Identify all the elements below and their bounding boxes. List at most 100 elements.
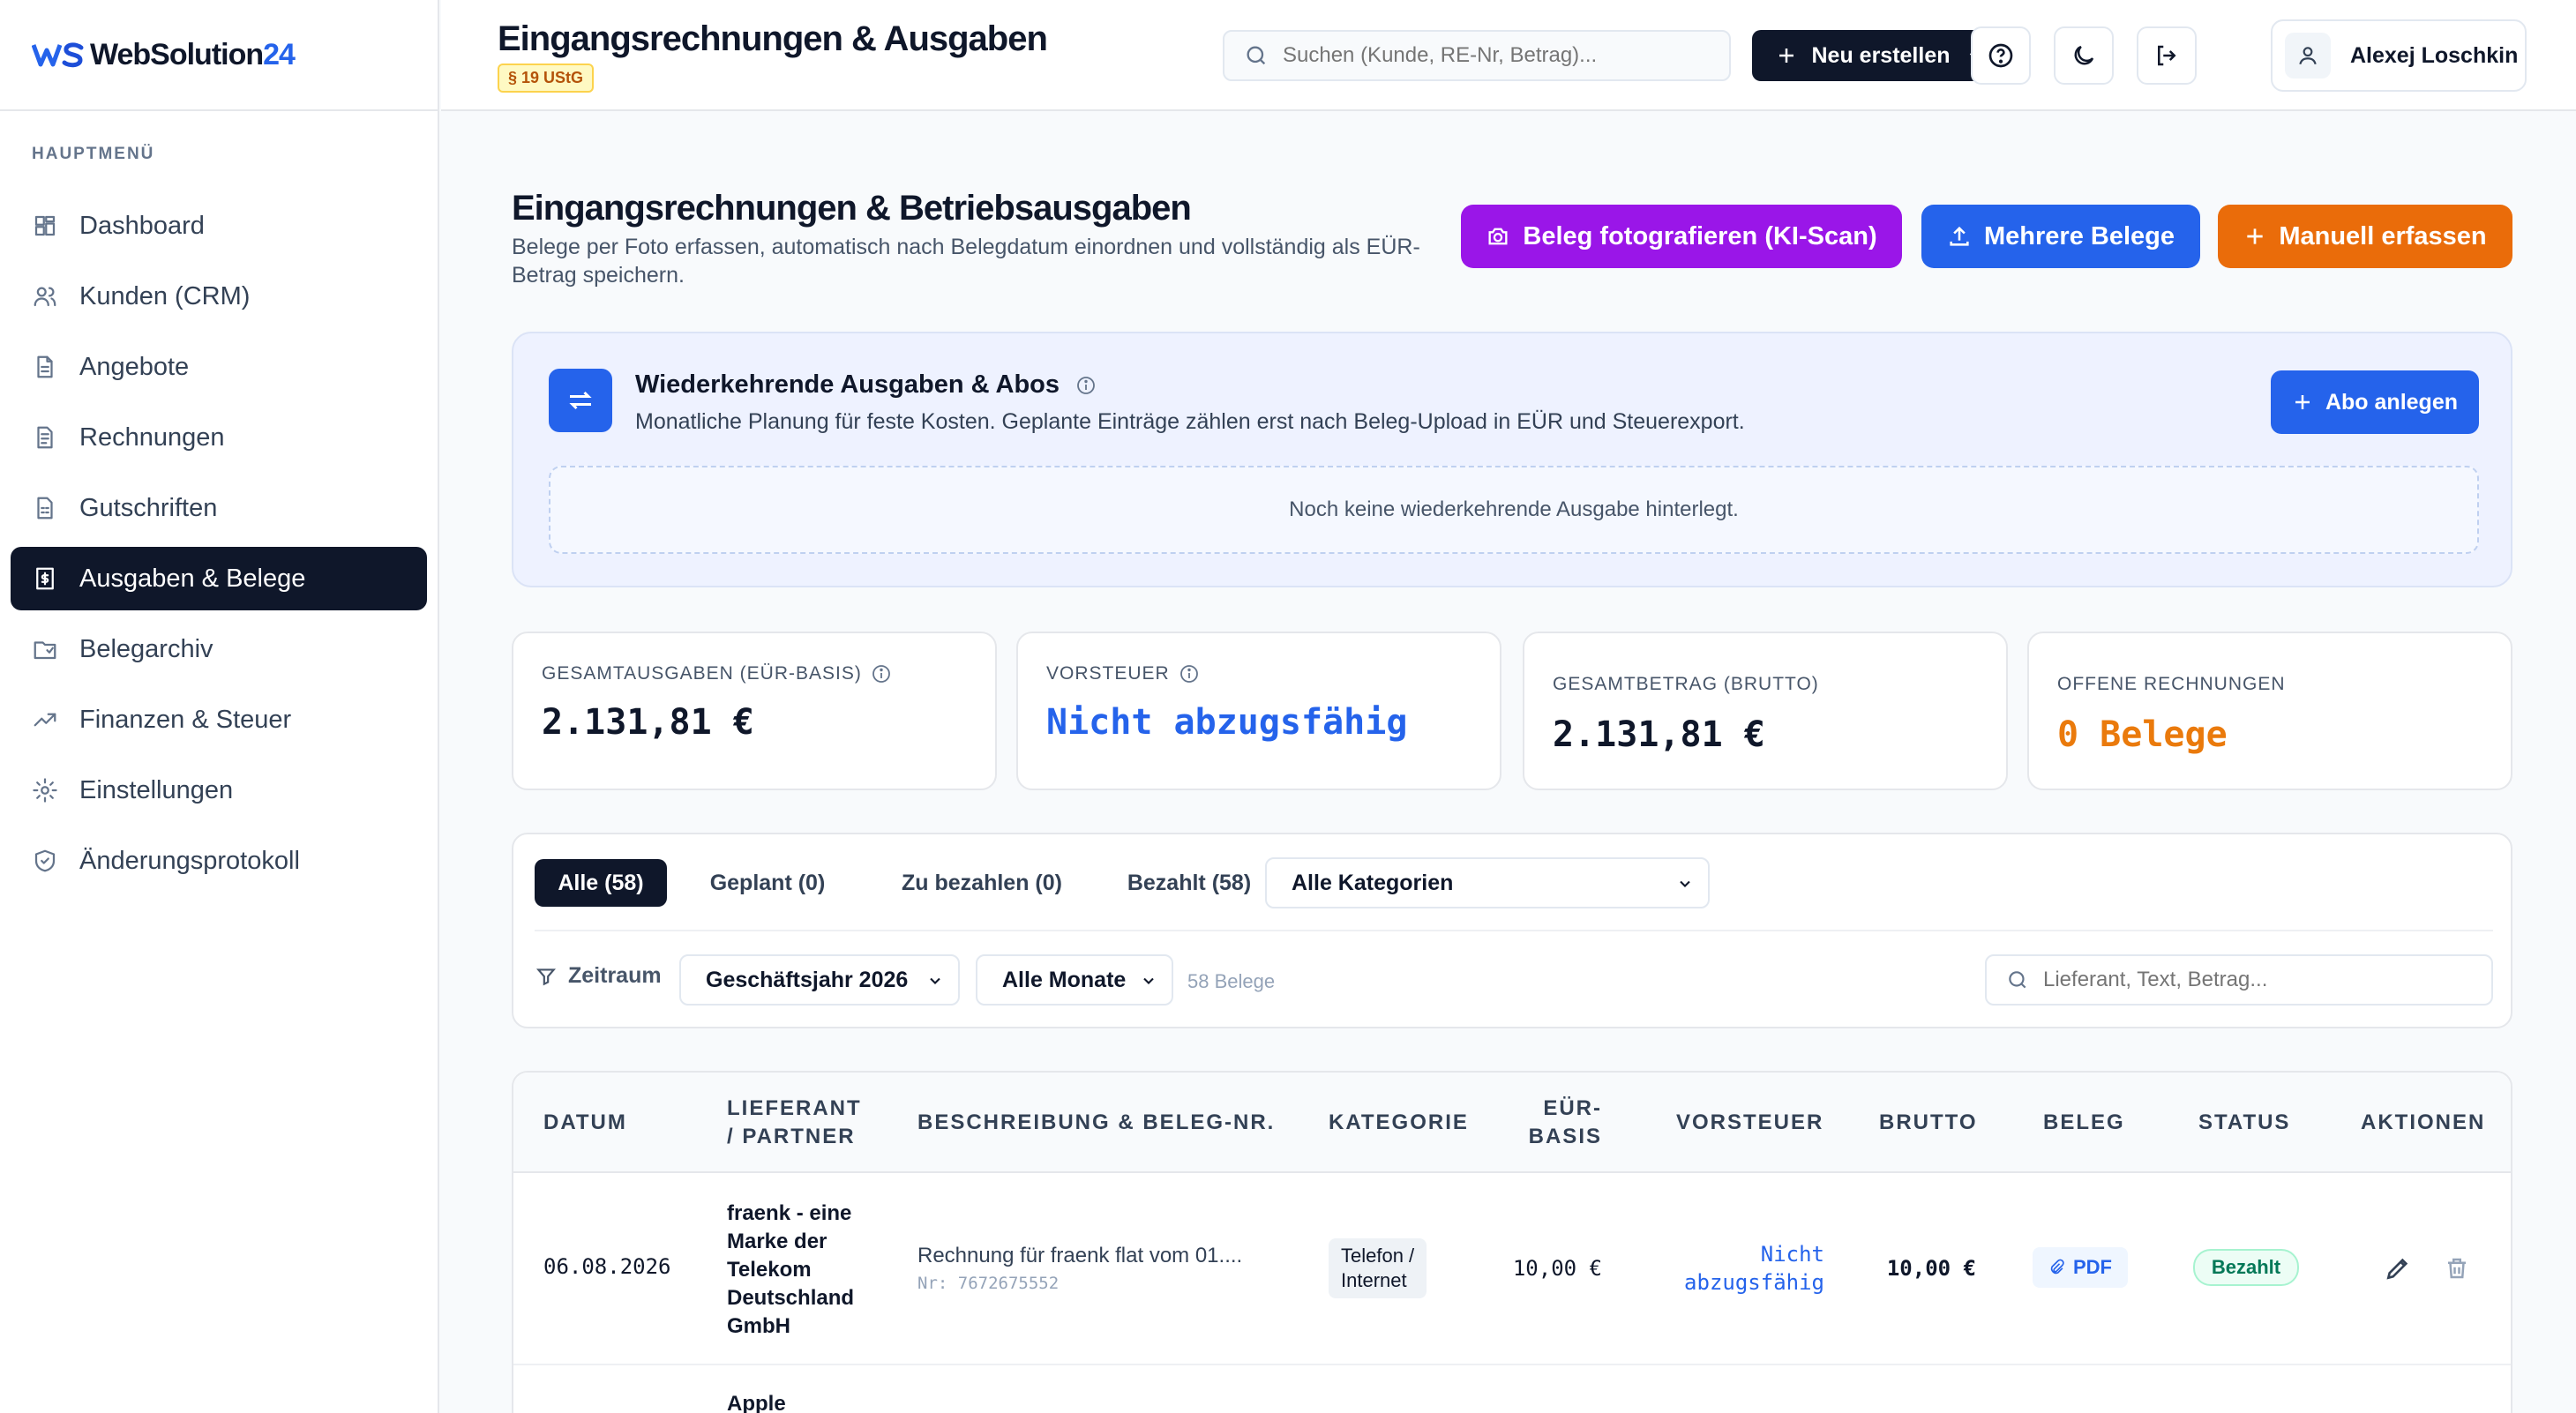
help-button[interactable] xyxy=(1971,26,2031,85)
logo-text: WebSolution24 xyxy=(90,37,296,71)
fiscal-year-select[interactable]: Geschäftsjahr 2026 xyxy=(679,954,960,1006)
info-icon[interactable] xyxy=(1179,663,1200,684)
info-icon[interactable] xyxy=(1075,375,1097,396)
col-status[interactable]: STATUS xyxy=(2198,1073,2290,1173)
sidebar-item-rechnungen[interactable]: Rechnungen xyxy=(11,406,427,469)
sidebar-item-label: Finanzen & Steuer xyxy=(79,705,292,734)
tab-paid[interactable]: Bezahlt (58) xyxy=(1101,859,1277,907)
sidebar-item-belegarchiv[interactable]: Belegarchiv xyxy=(11,617,427,681)
period-label: Zeitraum xyxy=(535,963,662,989)
cell-lieferant: fraenk - eine Marke der Telekom Deutschl… xyxy=(727,1201,855,1338)
col-kategorie[interactable]: KATEGORIE xyxy=(1329,1073,1469,1173)
stat-card-gross-total: GESAMTBETRAG (BRUTTO) 2.131,81 € xyxy=(1523,632,2008,790)
stat-label: VORSTEUER xyxy=(1046,663,1200,684)
upload-icon xyxy=(1950,226,1969,246)
tab-planned[interactable]: Geplant (0) xyxy=(679,859,856,907)
sidebar-item-label: Rechnungen xyxy=(79,422,225,452)
users-icon xyxy=(32,283,58,310)
sidebar-item-label: Angebote xyxy=(79,352,190,381)
multi-upload-label: Mehrere Belege xyxy=(1984,221,2175,250)
sidebar-item-kunden-crm[interactable]: Kunden (CRM) xyxy=(11,265,427,328)
stat-value: 2.131,81 € xyxy=(1553,714,1765,755)
stat-value: 0 Belege xyxy=(2057,714,2228,755)
category-select[interactable]: Alle Kategorien xyxy=(1265,857,1710,908)
logo[interactable]: WebSolution24 xyxy=(0,0,438,111)
sidebar-item-label: Ausgaben & Belege xyxy=(79,564,306,593)
global-search[interactable] xyxy=(1223,30,1731,81)
stat-value: 2.131,81 € xyxy=(542,702,754,743)
sidebar-item-finanzen-steuer[interactable]: Finanzen & Steuer xyxy=(11,688,427,751)
month-value: Alle Monate xyxy=(1002,967,1127,992)
tab-all[interactable]: Alle (58) xyxy=(535,859,667,907)
multi-upload-button[interactable]: Mehrere Belege xyxy=(1921,205,2200,268)
sidebar-item-ausgaben-belege[interactable]: Ausgaben & Belege xyxy=(11,547,427,610)
page-subtitle: Belege per Foto erfassen, automatisch na… xyxy=(512,235,1420,288)
credit-note-icon xyxy=(32,495,58,521)
logo-icon xyxy=(32,41,85,68)
col-vorsteuer[interactable]: VORSTEUER xyxy=(1676,1073,1823,1173)
camera-icon xyxy=(1488,228,1508,245)
plus-icon xyxy=(1779,49,1794,63)
col-aktionen: AKTIONEN xyxy=(2361,1110,2486,1134)
info-icon[interactable] xyxy=(871,663,892,684)
logout-button[interactable] xyxy=(2137,26,2197,85)
trash-icon[interactable] xyxy=(2444,1254,2470,1282)
recurring-title: Wiederkehrende Ausgaben & Abos xyxy=(635,370,1097,400)
tab-to-pay[interactable]: Zu bezahlen (0) xyxy=(872,859,1092,907)
gear-icon xyxy=(32,777,58,804)
col-lieferant[interactable]: LIEFERANT / PARTNER xyxy=(727,1073,862,1173)
manual-entry-label: Manuell erfassen xyxy=(2279,221,2487,250)
sidebar-item-angebote[interactable]: Angebote xyxy=(11,335,427,399)
filter-bar: Alle (58) Geplant (0) Zu bezahlen (0) Be… xyxy=(512,833,2512,1028)
chevron-down-icon xyxy=(1143,977,1154,984)
new-create-label: Neu erstellen xyxy=(1811,42,1951,68)
col-datum[interactable]: DATUM xyxy=(543,1073,627,1173)
logout-icon xyxy=(2158,45,2176,66)
shield-icon xyxy=(32,848,58,874)
sidebar-item-dashboard[interactable]: Dashboard xyxy=(11,194,427,258)
stat-label: GESAMTAUSGABEN (EÜR-BASIS) xyxy=(542,663,892,684)
table-search[interactable] xyxy=(1985,954,2493,1006)
col-beschreibung[interactable]: BESCHREIBUNG & BELEG-NR. xyxy=(917,1073,1275,1173)
receipt-count: 58 Belege xyxy=(1187,970,1276,992)
category-chip: Telefon / Internet xyxy=(1329,1238,1427,1298)
global-search-input[interactable] xyxy=(1283,43,1706,68)
col-beleg: BELEG xyxy=(2043,1110,2125,1134)
sidebar-item-gutschriften[interactable]: Gutschriften xyxy=(11,476,427,540)
chevron-down-icon xyxy=(930,977,940,984)
status-badge: Bezahlt xyxy=(2193,1249,2299,1286)
dark-mode-button[interactable] xyxy=(2054,26,2114,85)
cell-beleg-nr: Nr: 7672675552 xyxy=(917,1274,1060,1293)
stat-label: OFFENE RECHNUNGEN xyxy=(2057,674,2286,694)
user-menu-button[interactable]: Alexej Loschkin xyxy=(2271,19,2527,92)
scan-receipt-button[interactable]: Beleg fotografieren (KI-Scan) xyxy=(1461,205,1902,268)
col-brutto[interactable]: BRUTTO xyxy=(1879,1073,1978,1173)
dashboard-icon xyxy=(32,213,58,239)
new-create-button[interactable]: Neu erstellen xyxy=(1752,30,2006,81)
cell-beschreibung: Rechnung für fraenk flat vom 01.... xyxy=(917,1244,1243,1267)
cell-brutto: 10,00 € xyxy=(1886,1256,1976,1281)
stat-card-total-expenses: GESAMTAUSGABEN (EÜR-BASIS) 2.131,81 € xyxy=(512,632,997,790)
pdf-link[interactable]: PDF xyxy=(2033,1247,2128,1288)
archive-icon xyxy=(32,636,58,662)
avatar xyxy=(2285,33,2331,78)
menu-heading: HAUPTMENÜ xyxy=(32,145,155,163)
receipt-icon xyxy=(32,565,58,592)
table-search-input[interactable] xyxy=(2043,968,2467,992)
stat-value: Nicht abzugsfähig xyxy=(1046,702,1408,743)
moon-icon xyxy=(2074,45,2094,65)
col-eur-basis[interactable]: EÜR- BASIS xyxy=(1493,1073,1602,1173)
plus-icon xyxy=(2247,228,2263,244)
user-icon xyxy=(2299,47,2317,65)
manual-entry-button[interactable]: Manuell erfassen xyxy=(2218,205,2512,268)
add-subscription-button[interactable]: Abo anlegen xyxy=(2271,370,2479,434)
month-select[interactable]: Alle Monate xyxy=(976,954,1173,1006)
cell-vorsteuer: Nicht abzugsfähig xyxy=(1684,1242,1824,1295)
sidebar-item-einstellungen[interactable]: Einstellungen xyxy=(11,759,427,822)
recurring-expenses-panel: Wiederkehrende Ausgaben & Abos Monatlich… xyxy=(512,332,2512,587)
tax-badge: § 19 UStG xyxy=(498,64,595,93)
chevron-down-icon xyxy=(1680,880,1690,887)
edit-icon[interactable] xyxy=(2384,1254,2412,1282)
search-icon xyxy=(2009,971,2026,989)
sidebar-item-änderungsprotokoll[interactable]: Änderungsprotokoll xyxy=(11,829,427,893)
